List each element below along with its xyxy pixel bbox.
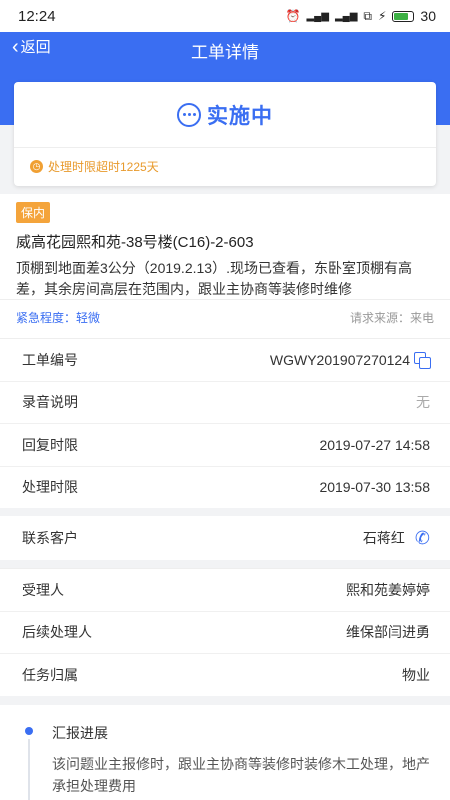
row-followup-handler: 后续处理人 维保部闫进勇 xyxy=(0,610,450,654)
chevron-left-icon: ‹ xyxy=(12,35,19,58)
progress-block: 汇报进展 该问题业主报修时，跟业主协商等装修时装修木工处理，地产承担处理费用 xyxy=(0,705,450,800)
row-task-owner: 任务归属 物业 xyxy=(0,653,450,696)
row-label: 受理人 xyxy=(22,581,64,598)
row-label: 回复时限 xyxy=(22,436,78,453)
row-value: 无 xyxy=(416,394,430,411)
row-value: 石蒋红 ✆ xyxy=(363,528,430,549)
meta-row: 紧急程度：轻微 请求来源：来电 xyxy=(16,309,434,326)
urgency: 紧急程度：轻微 xyxy=(16,311,101,325)
back-label: 返回 xyxy=(20,39,51,56)
address: 威高花园熙和苑-38号楼(C16)-2-603 xyxy=(16,234,254,251)
status-card: 实施中 ◷ 处理时限超时1225天 xyxy=(14,82,436,186)
row-value: 维保部闫进勇 xyxy=(346,624,430,641)
back-button[interactable]: ‹ 返回 xyxy=(12,36,51,57)
row-value: 物业 xyxy=(402,666,430,683)
warranty-tag: 保内 xyxy=(16,202,51,223)
row-label: 工单编号 xyxy=(22,351,78,368)
customer-name: 石蒋红 xyxy=(362,530,405,546)
battery-level: 30 xyxy=(420,8,436,24)
signal-icon: ▂▄▆ xyxy=(306,10,329,22)
clock: 12:24 xyxy=(18,7,56,25)
alarm-icon: ⏰ xyxy=(285,9,301,23)
progress-text: 该问题业主报修时，跟业主协商等装修时装修木工处理，地产承担处理费用 xyxy=(52,756,430,794)
phone-icon[interactable]: ✆ xyxy=(415,528,430,549)
progress-title: 汇报进展 xyxy=(52,725,108,741)
clock-icon: ◷ xyxy=(30,160,43,173)
row-value: 2019-07-27 14:58 xyxy=(319,436,430,453)
assign-block: 受理人 熙和苑姜婷婷 后续处理人 维保部闫进勇 任务归属 物业 xyxy=(0,568,450,696)
row-value: WGWY201907270124 xyxy=(269,351,431,369)
status-label: 实施中 xyxy=(207,104,273,128)
order-info: 保内 威高花园熙和苑-38号楼(C16)-2-603 顶棚到地面差3公分（201… xyxy=(0,194,450,338)
status-icons: ⏰ ▂▄▆ ▂▄▆ ⧉ ⚡ 30 xyxy=(286,8,436,24)
row-label: 录音说明 xyxy=(22,394,78,411)
description: 顶棚到地面差3公分（2019.2.13）.现场已查看，东卧室顶棚有高差，其余房间… xyxy=(16,260,412,297)
row-value: 熙和苑姜婷婷 xyxy=(346,581,430,598)
row-label: 处理时限 xyxy=(22,479,78,496)
timeout-text: 处理时限超时1225天 xyxy=(48,160,159,174)
row-label: 后续处理人 xyxy=(22,624,92,641)
in-progress-icon xyxy=(177,102,201,127)
page-title: 工单详情 xyxy=(191,42,259,62)
nav-bar: ‹ 返回 工单详情 xyxy=(0,32,450,62)
timeline-dot xyxy=(25,727,33,735)
request-source: 请求来源：来电 xyxy=(349,311,434,325)
battery-icon xyxy=(392,10,415,22)
status-bar: 12:24 ⏰ ▂▄▆ ▂▄▆ ⧉ ⚡ 30 xyxy=(0,0,450,32)
timeline-line xyxy=(28,739,30,800)
wifi-icon: ⧉ xyxy=(363,8,372,23)
timeout-warning: ◷ 处理时限超时1225天 xyxy=(14,148,436,185)
status-main: 实施中 xyxy=(14,82,436,148)
contact-block: 联系客户 石蒋红 ✆ xyxy=(0,516,450,560)
row-label: 联系客户 xyxy=(22,530,78,546)
divider xyxy=(0,299,450,300)
order-number: WGWY201907270124 xyxy=(269,351,410,368)
row-value: 2019-07-30 13:58 xyxy=(319,479,430,496)
detail-rows: 工单编号 WGWY201907270124 录音说明 无 回复时限 2019-0… xyxy=(0,338,450,508)
row-order-number: 工单编号 WGWY201907270124 xyxy=(0,338,450,381)
row-contact[interactable]: 联系客户 石蒋红 ✆ xyxy=(0,516,450,560)
row-handler: 受理人 熙和苑姜婷婷 xyxy=(0,568,450,611)
row-reply-deadline: 回复时限 2019-07-27 14:58 xyxy=(0,423,450,466)
row-recording: 录音说明 无 xyxy=(0,380,450,424)
row-label: 任务归属 xyxy=(22,666,78,683)
row-process-deadline: 处理时限 2019-07-30 13:58 xyxy=(0,465,450,509)
signal-icon-2: ▂▄▆ xyxy=(334,10,358,22)
copy-icon[interactable] xyxy=(414,351,431,369)
charging-icon: ⚡ xyxy=(377,9,387,23)
